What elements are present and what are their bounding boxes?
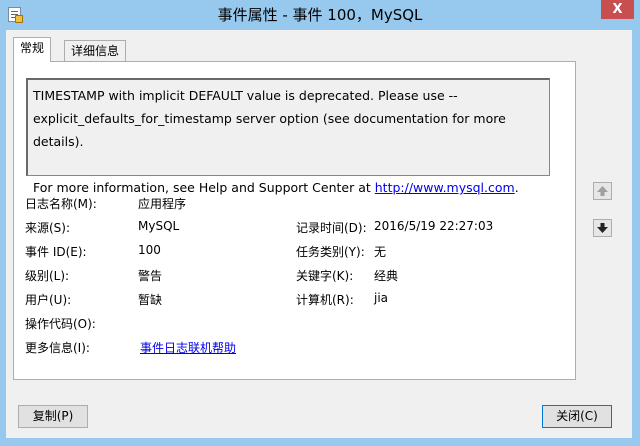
copy-button[interactable]: 复制(P) [18,405,88,428]
event-description[interactable]: TIMESTAMP with implicit DEFAULT value is… [26,78,550,195]
description-help-text: For more information, see Help and Suppo… [33,180,375,195]
event-log-online-help-link[interactable]: 事件日志联机帮助 [140,339,236,356]
description-line-3: For more information, see Help and Suppo… [33,176,549,199]
tab-general[interactable]: 常规 [13,37,52,62]
user-label: 用户(U): [25,293,72,307]
computer-label: 计算机(R): [296,293,354,307]
task-category-value: 无 [374,245,387,259]
window-close-button[interactable]: X [601,0,634,19]
event-id-label: 事件 ID(E): [25,245,87,259]
logged-value: 2016/5/19 22:27:03 [374,219,494,233]
general-panel: TIMESTAMP with implicit DEFAULT value is… [13,61,576,380]
arrow-down-icon [597,223,608,233]
mysql-link[interactable]: http://www.mysql.com [375,180,515,195]
arrow-up-icon [597,186,608,196]
opcode-label: 操作代码(O): [25,317,96,331]
keywords-label: 关键字(K): [296,269,354,283]
log-name-value: 应用程序 [138,197,187,211]
dialog-client: 详细信息 常规 TIMESTAMP with implicit DEFAULT … [6,30,632,438]
source-label: 来源(S): [25,221,71,235]
more-info-label: 更多信息(I): [25,341,90,355]
event-id-value: 100 [138,243,161,257]
description-line-2: explicit_defaults_for_timestamp server o… [33,111,506,149]
window-title: 事件属性 - 事件 100，MySQL [217,6,423,24]
description-line-1: TIMESTAMP with implicit DEFAULT value is… [33,88,458,103]
level-value: 警告 [138,269,163,283]
logged-label: 记录时间(D): [296,221,367,235]
user-value: 暂缺 [138,293,163,307]
close-button[interactable]: 关闭(C) [542,405,612,428]
event-properties-window: 事件属性 - 事件 100，MySQL X 详细信息 常规 TIMESTAMP … [0,0,640,446]
level-label: 级别(L): [25,269,70,283]
tab-details[interactable]: 详细信息 [64,40,127,62]
log-name-label: 日志名称(M): [25,197,97,211]
description-period: . [514,180,519,195]
task-category-label: 任务类别(Y): [296,245,365,259]
title-bar[interactable]: 事件属性 - 事件 100，MySQL X [0,0,640,30]
keywords-value: 经典 [374,269,399,283]
previous-event-button[interactable] [593,182,612,200]
computer-value: jia [374,291,389,305]
next-event-button[interactable] [593,219,612,237]
source-value: MySQL [138,219,180,233]
description-blank-line [33,153,549,176]
